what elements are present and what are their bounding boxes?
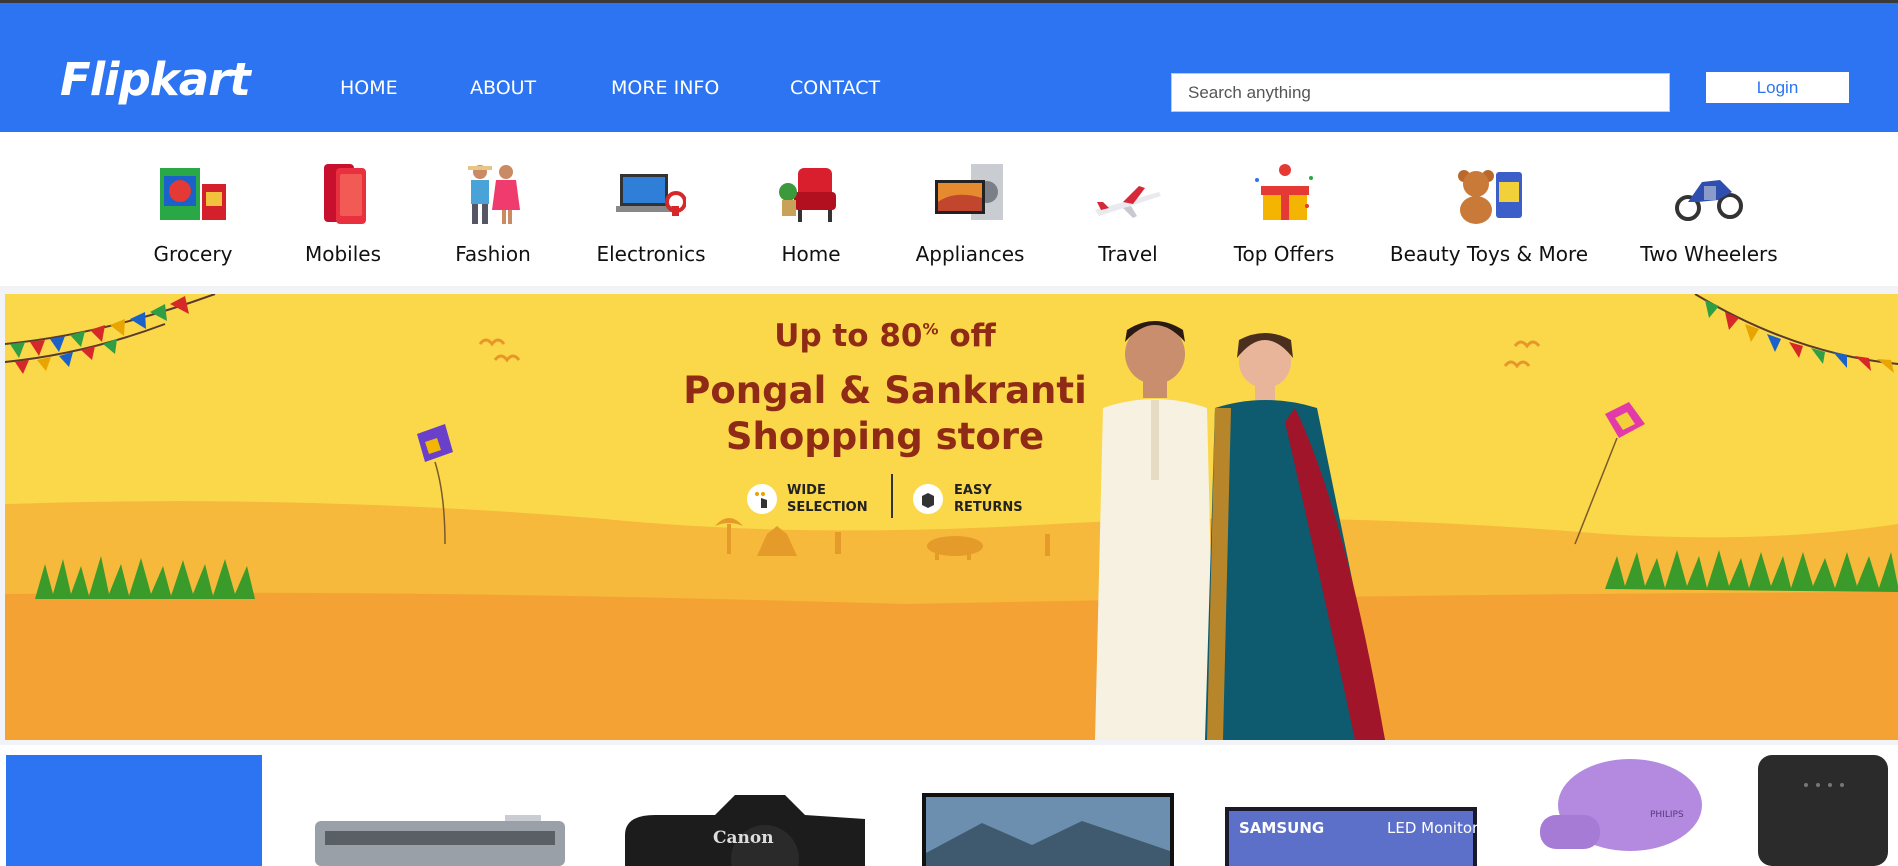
featured-deals-panel[interactable] [6, 755, 262, 866]
feature-wide-selection-line1: WIDE [787, 483, 826, 498]
camera-brand-text: Canon [713, 828, 774, 848]
category-electronics[interactable]: Electronics [576, 132, 726, 286]
armchair-icon [779, 168, 836, 222]
tv-product-image[interactable] [922, 793, 1174, 866]
grocery-icon [160, 168, 226, 220]
feature-wide-selection: WIDE SELECTION [787, 482, 868, 516]
dryer-brand-text: PHILIPS [1650, 810, 1684, 820]
nav-about[interactable]: ABOUT [470, 77, 536, 99]
search-input[interactable] [1171, 73, 1670, 112]
category-bar: Grocery Mobiles Fashion Electronics Home… [0, 132, 1898, 286]
airplane-icon [1095, 186, 1161, 218]
category-label: Two Wheelers [1640, 242, 1778, 266]
appliance-icon [935, 164, 1003, 220]
nav-contact[interactable]: CONTACT [790, 77, 880, 99]
laptop-icon [616, 174, 686, 216]
category-label: Top Offers [1233, 242, 1335, 266]
product-strip: Canon SAMSUNG LED Monitor PHILIPS [0, 745, 1898, 866]
feature-wide-selection-line2: SELECTION [787, 500, 868, 515]
site-header: Flipkart HOME ABOUT MORE INFO CONTACT Lo… [0, 3, 1898, 132]
category-label: Beauty Toys & More [1389, 242, 1589, 266]
teddy-icon [1458, 170, 1522, 224]
nav-home[interactable]: HOME [340, 77, 398, 99]
category-beauty-toys[interactable]: Beauty Toys & More [1390, 132, 1588, 286]
gift-icon [1255, 164, 1313, 220]
category-label: Home [781, 242, 841, 266]
feature-divider [891, 474, 893, 518]
feature-easy-returns-line1: EASY [954, 483, 992, 498]
category-label: Mobiles [304, 242, 382, 266]
category-mobiles[interactable]: Mobiles [268, 132, 418, 286]
category-two-wheelers[interactable]: Two Wheelers [1634, 132, 1784, 286]
hand-pointer-icon [747, 484, 777, 514]
promo-banner[interactable]: Up to 80% off Pongal & Sankranti Shoppin… [5, 294, 1898, 740]
login-button[interactable]: Login [1706, 72, 1849, 103]
box-icon [913, 484, 943, 514]
fashion-icon [468, 165, 520, 224]
banner-offer-text: Up to 80 [774, 318, 923, 354]
power-bank-product-image[interactable] [1758, 755, 1898, 866]
monitor-brand-text: SAMSUNG [1239, 819, 1324, 837]
category-grocery[interactable]: Grocery [118, 132, 268, 286]
category-top-offers[interactable]: Top Offers [1209, 132, 1359, 286]
category-label: Fashion [455, 242, 531, 266]
category-appliances[interactable]: Appliances [895, 132, 1045, 286]
flipkart-logo[interactable]: Flipkart [60, 53, 251, 106]
monitor-product-image[interactable]: SAMSUNG LED Monitor [1225, 807, 1477, 866]
feature-easy-returns: EASY RETURNS [954, 482, 1023, 516]
motorbike-icon [1675, 180, 1743, 221]
category-home[interactable]: Home [736, 132, 886, 286]
mobile-icon [324, 164, 366, 224]
category-label: Electronics [596, 242, 706, 266]
banner-features: WIDE SELECTION EASY RETURNS [747, 474, 1037, 520]
feature-easy-returns-line2: RETURNS [954, 500, 1023, 515]
category-label: Grocery [153, 242, 233, 266]
camera-product-image[interactable]: Canon [625, 795, 865, 866]
nav-more-info[interactable]: MORE INFO [611, 77, 719, 99]
couple-models-image [1095, 321, 1385, 740]
banner-offer-percent: % [922, 319, 939, 339]
category-fashion[interactable]: Fashion [418, 132, 568, 286]
category-label: Travel [1098, 242, 1158, 266]
banner-offer-suffix: off [949, 318, 996, 354]
monitor-label-text: LED Monitor [1387, 819, 1477, 837]
category-label: Appliances [915, 242, 1025, 266]
hair-dryer-product-image[interactable]: PHILIPS [1530, 755, 1710, 866]
category-travel[interactable]: Travel [1053, 132, 1203, 286]
printer-product-image[interactable] [315, 815, 565, 866]
